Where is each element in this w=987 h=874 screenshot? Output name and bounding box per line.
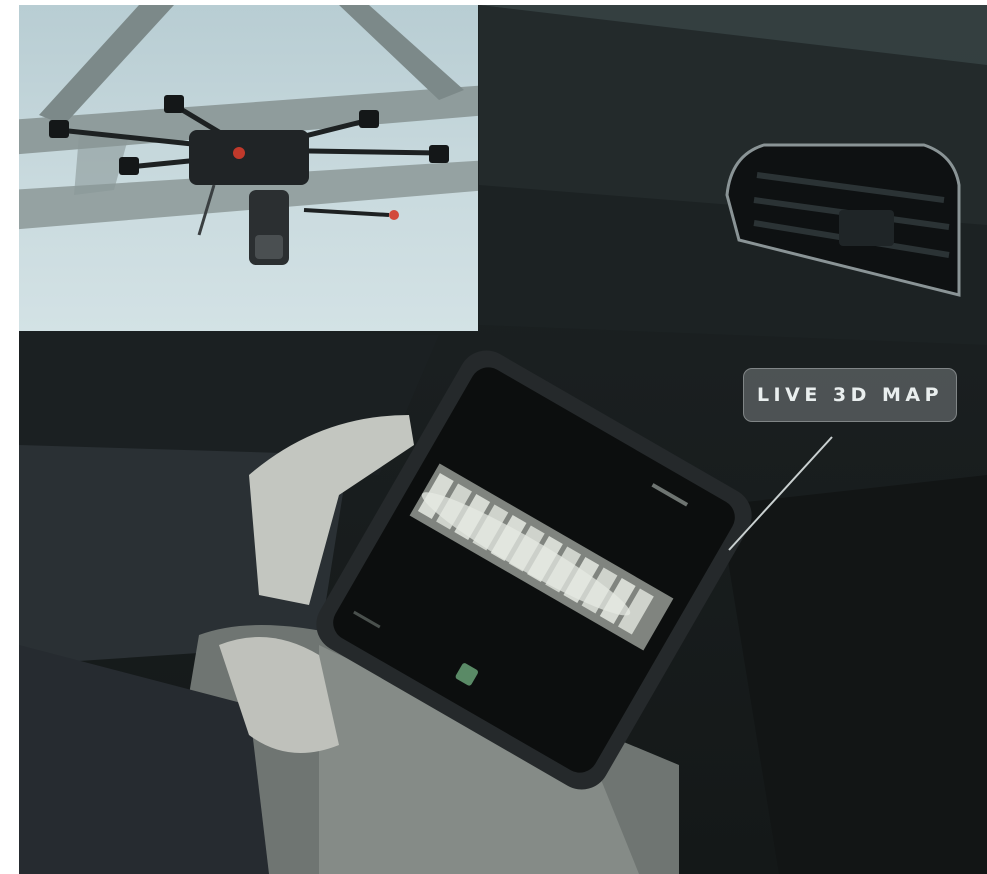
- drone-inset-photo: [19, 5, 478, 331]
- live-3d-map-label: LIVE 3D MAP: [743, 368, 957, 422]
- roof-truss: [19, 5, 478, 230]
